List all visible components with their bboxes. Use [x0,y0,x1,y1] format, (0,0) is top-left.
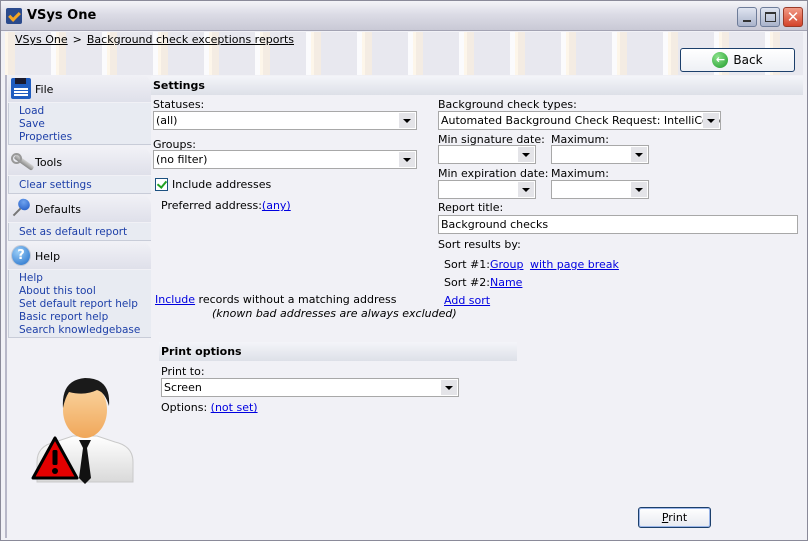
include-addresses-label: Include addresses [172,178,272,191]
include-records-row: Include records without a matching addre… [155,293,397,306]
sort-1-prefix: Sort #1: [444,258,490,271]
sidebar-item-search-kb[interactable]: Search knowledgebase [9,324,151,337]
min-expiration-label: Min expiration date: [438,167,549,180]
print-options-label: Options: [161,401,211,414]
chevron-down-icon[interactable] [518,147,534,162]
chevron-down-icon[interactable] [703,113,719,128]
sidebar-section-file[interactable]: File [8,75,151,102]
print-button[interactable]: Print [638,507,711,528]
main-content: Settings Statuses: (all) Groups: (no fil… [151,75,805,538]
pushpin-icon [11,198,31,219]
sidebar: File Load Save Properties Tools Clear se… [5,75,151,538]
groups-dropdown[interactable]: (no filter) [153,150,417,169]
preferred-address-label: Preferred address: [161,199,262,212]
sidebar-item-basic-report-help[interactable]: Basic report help [9,311,151,324]
sidebar-section-title: File [35,83,54,96]
window-title: VSys One [27,8,97,23]
sidebar-item-about[interactable]: About this tool [9,285,151,298]
sort-2-prefix: Sort #2: [444,276,490,289]
sidebar-item-save[interactable]: Save [9,118,151,131]
sort-row-1: Sort #1:Group with page break [444,258,619,271]
chevron-down-icon[interactable] [441,380,457,395]
print-options-title: Print options [159,342,517,361]
print-button-label: rint [668,511,688,524]
check-types-dropdown[interactable]: Automated Background Check Request: Inte… [438,111,721,130]
maximize-button[interactable] [760,7,780,27]
statuses-label: Statuses: [153,98,205,111]
max-expiration-date-picker[interactable] [551,180,649,199]
wrench-icon [11,151,31,172]
breadcrumb-current-link[interactable]: Background check exceptions reports [87,33,294,46]
print-options-link[interactable]: (not set) [211,401,258,414]
chevron-down-icon[interactable] [631,147,647,162]
min-expiration-date-picker[interactable] [438,180,536,199]
floppy-disk-icon [11,78,31,99]
chevron-down-icon[interactable] [518,182,534,197]
groups-value: (no filter) [156,153,208,166]
app-window: VSys One ✕ VSys One > Background check exc… [0,0,808,541]
breadcrumb-separator: > [72,33,82,46]
breadcrumb: VSys One > Background check exceptions rep… [15,33,294,46]
sort-2-field-link[interactable]: Name [490,276,522,289]
max-expiration-label: Maximum: [551,167,609,180]
report-title-label: Report title: [438,201,504,214]
breadcrumb-home-link[interactable]: VSys One [15,33,68,46]
sidebar-section-tools[interactable]: Tools [8,148,151,175]
excluded-addresses-note: (known bad addresses are always excluded… [212,307,457,320]
print-to-label: Print to: [161,365,205,378]
sidebar-item-load[interactable]: Load [9,105,151,118]
chevron-down-icon[interactable] [399,113,415,128]
user-warning-icon [31,378,134,484]
include-records-link[interactable]: Include [155,293,195,306]
sidebar-item-default-report-help[interactable]: Set default report help [9,298,151,311]
sidebar-item-clear-settings[interactable]: Clear settings [9,179,151,192]
check-types-value: Automated Background Check Request: Inte… [441,114,721,127]
sidebar-file-items: Load Save Properties [8,103,151,145]
close-button[interactable]: ✕ [783,7,803,27]
back-button-label: Back [733,53,763,67]
check-types-label: Background check types: [438,98,577,111]
add-sort-link[interactable]: Add sort [444,294,490,307]
sidebar-item-set-default-report[interactable]: Set as default report [9,226,151,239]
sidebar-help-items: Help About this tool Set default report … [8,270,151,338]
back-button[interactable]: ← Back [680,48,795,72]
maximize-icon [765,12,776,22]
max-signature-date-picker[interactable] [551,145,649,164]
statuses-dropdown[interactable]: (all) [153,111,417,130]
sidebar-section-help[interactable]: ? Help [8,242,151,269]
statuses-value: (all) [156,114,178,127]
include-records-text: records without a matching address [195,293,397,306]
title-bar[interactable]: VSys One ✕ [1,1,807,31]
print-to-dropdown[interactable]: Screen [161,378,459,397]
print-to-value: Screen [164,381,202,394]
sidebar-tools-items: Clear settings [8,176,151,194]
sidebar-defaults-items: Set as default report [8,223,151,241]
min-signature-date-picker[interactable] [438,145,536,164]
sidebar-item-properties[interactable]: Properties [9,131,151,144]
preferred-address-row: Preferred address:(any) [161,199,291,212]
back-arrow-icon: ← [712,52,729,68]
sidebar-section-defaults[interactable]: Defaults [8,195,151,222]
include-addresses-checkbox[interactable] [155,178,168,191]
app-logo-icon [6,8,22,24]
sidebar-section-title: Tools [35,156,63,169]
sidebar-section-title: Help [35,250,61,263]
chevron-down-icon[interactable] [399,152,415,167]
sort-1-field-link[interactable]: Group [490,258,524,271]
minimize-button[interactable] [737,7,757,27]
preferred-address-link[interactable]: (any) [262,199,291,212]
page-break-link[interactable]: with page break [530,258,619,271]
settings-section-title: Settings [151,76,803,95]
minimize-icon [743,20,751,22]
close-icon: ✕ [786,8,800,26]
sort-row-2: Sort #2:Name [444,276,522,289]
sidebar-item-help[interactable]: Help [9,272,151,285]
sort-results-label: Sort results by: [438,238,521,251]
sidebar-section-title: Defaults [35,203,81,216]
chevron-down-icon[interactable] [631,182,647,197]
report-title-input[interactable] [438,215,798,234]
help-icon: ? [11,245,31,266]
print-options-row: Options: (not set) [161,401,258,414]
